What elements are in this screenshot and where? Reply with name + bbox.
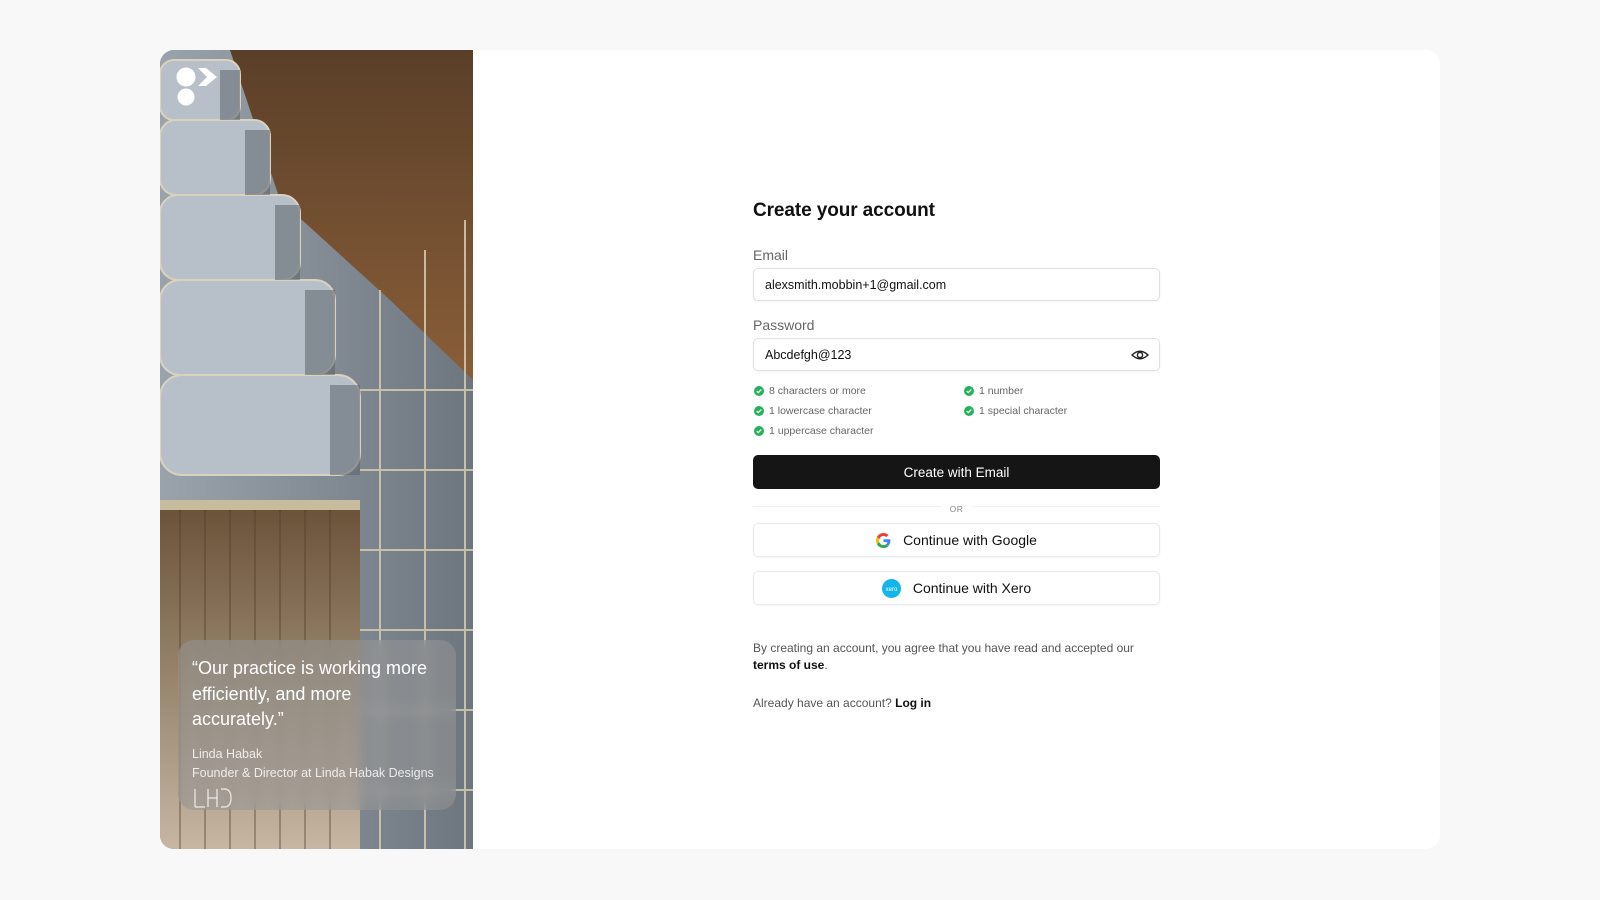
xero-icon-text: xero [886, 586, 898, 592]
divider-line [753, 506, 941, 507]
continue-with-google-button[interactable]: Continue with Google [753, 523, 1160, 557]
log-in-link[interactable]: Log in [895, 696, 931, 710]
legal-text: By creating an account, you agree that y… [753, 641, 1134, 655]
check-circle-icon [754, 426, 764, 436]
testimonial-quote: “Our practice is working more efficientl… [192, 658, 428, 729]
requirement-item: 1 number [963, 384, 1160, 398]
login-prompt: Already have an account? Log in [753, 696, 1160, 710]
divider-line [972, 506, 1160, 507]
password-field[interactable] [765, 339, 1115, 370]
requirement-text: 8 characters or more [769, 385, 866, 397]
google-button-label: Continue with Google [903, 532, 1037, 548]
testimonial-card: “Our practice is working more efficientl… [178, 640, 456, 810]
signup-form: Create your account Email Password 8 cha… [753, 200, 1160, 710]
legal-period: . [824, 657, 828, 672]
brand-logo-icon [176, 67, 217, 106]
check-circle-icon [964, 406, 974, 416]
divider-text: OR [949, 504, 964, 514]
xero-button-label: Continue with Xero [912, 580, 1032, 596]
signup-card: “Our practice is working more efficientl… [160, 50, 1440, 849]
password-requirements: 8 characters or more 1 number 1 lowercas… [753, 384, 1160, 438]
login-prompt-text: Already have an account? [753, 696, 892, 710]
requirement-item: 1 lowercase character [753, 404, 963, 418]
requirement-item: 8 characters or more [753, 384, 963, 398]
password-field-wrapper [753, 338, 1160, 371]
testimonial-author-name: Linda Habak [192, 746, 263, 761]
or-divider: OR [753, 499, 1160, 514]
requirement-item: 1 uppercase character [753, 424, 963, 438]
xero-icon: xero [881, 578, 901, 598]
company-logo-mark [194, 788, 232, 808]
check-circle-icon [754, 406, 764, 416]
requirement-item: 1 special character [963, 404, 1160, 418]
create-with-email-button[interactable]: Create with Email [753, 455, 1160, 489]
legal-notice: By creating an account, you agree that y… [753, 640, 1160, 673]
continue-with-xero-button[interactable]: xero Continue with Xero [753, 571, 1160, 605]
terms-of-use-link[interactable]: terms of use [753, 658, 824, 672]
google-icon [876, 532, 891, 548]
eye-icon[interactable] [1131, 347, 1149, 363]
requirement-text: 1 number [979, 385, 1024, 397]
email-field-wrapper [753, 268, 1160, 301]
testimonial-author-role: Founder & Director at Linda Habak Design… [192, 765, 434, 780]
check-circle-icon [754, 386, 764, 396]
hero-image-panel: “Our practice is working more efficientl… [160, 50, 473, 849]
requirement-text: 1 uppercase character [769, 425, 874, 437]
requirement-text: 1 special character [979, 405, 1068, 417]
password-label: Password [753, 317, 815, 333]
page-title: Create your account [753, 200, 935, 221]
requirement-text: 1 lowercase character [769, 405, 872, 417]
email-label: Email [753, 247, 789, 263]
email-field[interactable] [765, 269, 1115, 300]
check-circle-icon [964, 386, 974, 396]
